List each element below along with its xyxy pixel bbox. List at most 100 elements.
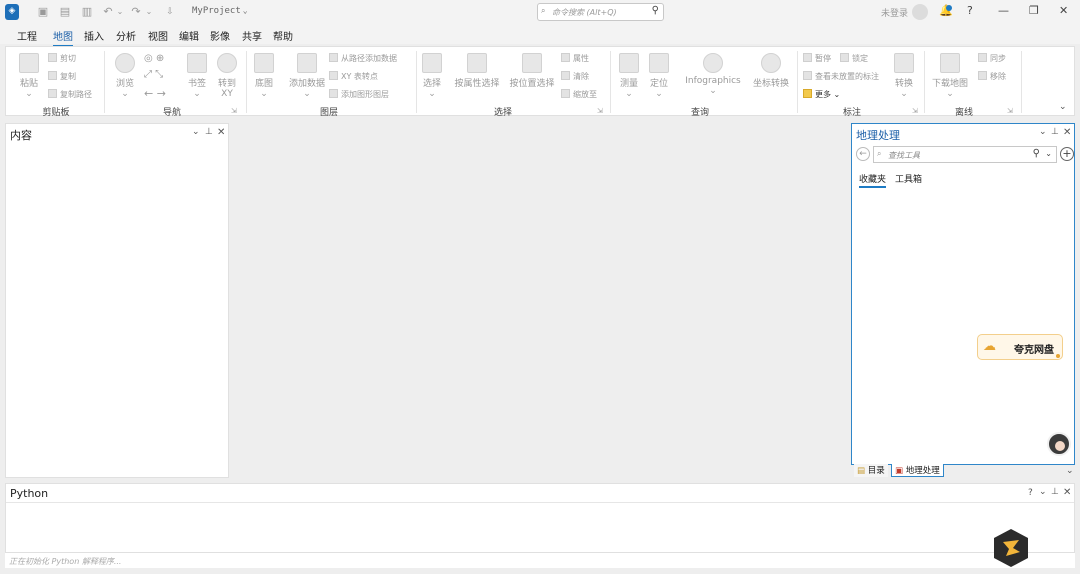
collapse-ribbon-icon[interactable]: ⌄ [1059, 102, 1067, 112]
open-project-icon[interactable]: ▤ [58, 5, 72, 19]
navigate-launcher-icon[interactable]: ⇲ [231, 107, 237, 115]
menu-view[interactable]: 视图 [148, 28, 168, 43]
pin-icon[interactable]: ⊥ [205, 127, 213, 137]
assistant-avatar[interactable] [1047, 432, 1071, 456]
avatar[interactable] [912, 4, 928, 20]
convert-coordinates-button[interactable]: 坐标转换 [750, 53, 792, 89]
tab-geoprocessing[interactable]: ▣ 地理处理 [891, 464, 944, 477]
restore-button[interactable]: ❐ [1029, 4, 1039, 17]
paste-button[interactable]: 粘贴 ⌄ [17, 53, 41, 99]
measure-button[interactable]: 测量 ⌄ [617, 53, 641, 99]
project-name[interactable]: MyProject ⌄ [192, 6, 248, 16]
more-labeling-button[interactable]: 更多 ⌄ [803, 89, 840, 100]
help-icon[interactable]: ? [1028, 488, 1033, 498]
select-by-location-button[interactable]: 按位置选择 [506, 53, 558, 89]
help-button[interactable]: ? [967, 4, 973, 17]
redo-icon[interactable]: ↷ [129, 5, 143, 19]
attributes-button[interactable]: 属性 [561, 53, 589, 64]
download-map-label: 下载地图 [932, 79, 969, 89]
copy-button[interactable]: 复制 [48, 71, 76, 82]
menu-edit[interactable]: 编辑 [179, 28, 199, 43]
select-by-attributes-button[interactable]: 按属性选择 [451, 53, 503, 89]
clear-selection-button[interactable]: 清除 [561, 71, 589, 82]
lock-labels-button[interactable]: 锁定 [840, 53, 868, 64]
menu-imagery[interactable]: 影像 [210, 28, 230, 43]
fixed-zoom-icon[interactable]: ⤢ ⤡ [144, 69, 163, 80]
pause-labeling-button[interactable]: 暂停 [803, 53, 831, 64]
previous-next-extent-icon[interactable]: ← → [144, 87, 166, 100]
back-icon[interactable]: ← [856, 147, 870, 161]
login-status[interactable]: 未登录 [881, 6, 908, 19]
copy-path-button[interactable]: 复制路径 [48, 89, 92, 100]
cut-button[interactable]: 剪切 [48, 53, 76, 64]
pin-icon[interactable]: ⊥ [1051, 127, 1059, 137]
group-label-clipboard: 剪贴板 [42, 108, 70, 118]
close-pane-icon[interactable]: ✕ [1063, 487, 1071, 498]
new-project-icon[interactable]: ▣ [36, 5, 50, 19]
locate-button[interactable]: 定位 ⌄ [647, 53, 671, 99]
minimize-button[interactable]: — [998, 4, 1009, 17]
undo-dropdown-icon[interactable]: ⌄ [113, 5, 127, 19]
find-tools-input[interactable]: ⌕ 查找工具 ⚲ ⌄ [873, 146, 1057, 163]
select-by-location-icon [522, 53, 542, 73]
basemap-button[interactable]: 底图 ⌄ [251, 53, 277, 99]
close-button[interactable]: ✕ [1059, 4, 1068, 17]
goto-xy-button[interactable]: 转到 XY [214, 53, 240, 99]
tab-toolboxes[interactable]: 工具箱 [895, 172, 922, 185]
attributes-label: 属性 [573, 54, 589, 63]
menu-project[interactable]: 工程 [17, 28, 37, 43]
select-button[interactable]: 选择 ⌄ [420, 53, 444, 99]
chevron-down-icon: ⌄ [946, 89, 954, 99]
copy-path-label: 复制路径 [60, 90, 92, 99]
menu-analysis[interactable]: 分析 [116, 28, 136, 43]
offline-launcher-icon[interactable]: ⇲ [1007, 107, 1013, 115]
close-pane-icon[interactable]: ✕ [1063, 127, 1071, 138]
menu-help[interactable]: 帮助 [273, 28, 293, 43]
chevron-down-icon[interactable]: ⌄ [1045, 149, 1052, 158]
close-pane-icon[interactable]: ✕ [217, 127, 225, 138]
tab-catalog[interactable]: ▤ 目录 [854, 464, 888, 477]
pane-options-icon[interactable]: ⌄ [192, 127, 200, 137]
download-map-button[interactable]: 下载地图 ⌄ [932, 53, 968, 99]
menu-insert[interactable]: 插入 [84, 28, 104, 43]
view-unplaced-labels-button[interactable]: 查看未放置的标注 [803, 71, 879, 82]
bookmarks-button[interactable]: 书签 ⌄ [184, 53, 210, 99]
redo-dropdown-icon[interactable]: ⌄ [142, 5, 156, 19]
notification-icon[interactable]: 🔔 [939, 4, 953, 17]
explore-button[interactable]: 浏览 ⌄ [112, 53, 138, 99]
add-tool-icon[interactable]: + [1060, 147, 1074, 161]
attributes-icon [561, 53, 570, 62]
sync-button[interactable]: 同步 [978, 53, 1006, 64]
geoprocessing-pane: 地理处理 ⌄ ⊥ ✕ ← ⌕ 查找工具 ⚲ ⌄ + 收藏夹 工具箱 ☁ 夸克网盘 [851, 123, 1075, 465]
search-icon[interactable]: ⚲ [1033, 148, 1040, 159]
xy-table-to-point-button[interactable]: XY 表转点 [329, 71, 378, 82]
add-data-button[interactable]: 添加数据 ⌄ [285, 53, 329, 99]
group-divider [797, 51, 798, 113]
customize-toolbar-icon[interactable]: ⇩ [163, 5, 177, 19]
pane-options-icon[interactable]: ⌄ [1039, 127, 1047, 137]
convert-labels-label: 转换 [894, 79, 913, 89]
pin-icon[interactable]: ⊥ [1051, 487, 1059, 497]
tab-favorites[interactable]: 收藏夹 [859, 172, 887, 188]
selection-launcher-icon[interactable]: ⇲ [597, 107, 603, 115]
quark-drive-widget[interactable]: ☁ 夸克网盘 [977, 334, 1063, 360]
clipboard-icon [19, 53, 39, 73]
pane-options-icon[interactable]: ⌄ [1039, 487, 1047, 497]
zoom-to-selection-button[interactable]: 缩放至 [561, 89, 597, 100]
search-icon[interactable]: ⚲ [652, 5, 659, 16]
add-graphics-layer-button[interactable]: 添加图形图层 [329, 89, 389, 100]
menu-map[interactable]: 地图 [53, 28, 73, 47]
remove-offline-button[interactable]: 移除 [978, 71, 1006, 82]
command-search-input[interactable]: ⌕ 命令搜索 (Alt+Q) ⚲ [537, 3, 664, 21]
menu-share[interactable]: 共享 [242, 28, 262, 43]
full-extent-icon[interactable]: ◎ ⊕ [144, 53, 164, 64]
convert-labels-button[interactable]: 转换 ⌄ [892, 53, 916, 99]
infographics-button[interactable]: Infographics ⌄ [680, 53, 746, 96]
measure-label: 测量 [619, 79, 638, 89]
save-project-icon[interactable]: ▥ [80, 5, 94, 19]
floating-app-logo-icon[interactable] [993, 528, 1029, 568]
labeling-launcher-icon[interactable]: ⇲ [912, 107, 918, 115]
chevron-down-icon[interactable]: ⌄ [1066, 466, 1074, 476]
add-data-from-path-label: 从路径添加数据 [341, 54, 397, 63]
add-data-from-path-button[interactable]: 从路径添加数据 [329, 53, 397, 64]
